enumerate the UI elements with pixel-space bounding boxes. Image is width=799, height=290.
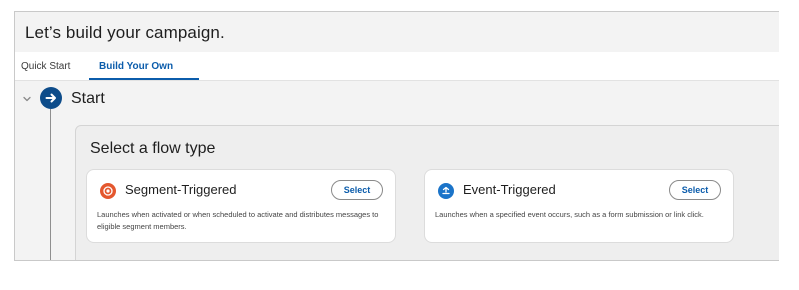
card-description: Launches when a specified event occurs, … <box>435 210 704 219</box>
tab-quick-start[interactable]: Quick Start <box>21 61 70 72</box>
start-label: Start <box>71 90 105 107</box>
card-title: Event-Triggered <box>463 182 556 197</box>
chevron-down-icon[interactable] <box>22 94 32 104</box>
campaign-builder-window: Let’s build your campaign. Quick Start B… <box>14 11 779 261</box>
flow-type-panel: Select a flow type Segment-Triggered Sel… <box>75 125 779 260</box>
target-icon <box>100 183 116 199</box>
page-title: Let’s build your campaign. <box>25 23 225 42</box>
tab-bar: Quick Start Build Your Own <box>15 52 779 81</box>
card-description: Launches when activated or when schedule… <box>97 210 379 231</box>
tab-build-your-own[interactable]: Build Your Own <box>99 61 173 72</box>
event-icon <box>438 183 454 199</box>
active-tab-indicator <box>89 78 199 80</box>
panel-title: Select a flow type <box>90 140 216 157</box>
arrow-right-icon <box>45 93 56 103</box>
header: Let’s build your campaign. <box>15 12 779 52</box>
flow-connector-line <box>50 109 51 260</box>
card-title: Segment-Triggered <box>125 182 237 197</box>
select-segment-triggered-button[interactable]: Select <box>331 180 383 200</box>
select-event-triggered-button[interactable]: Select <box>669 180 721 200</box>
event-triggered-card[interactable]: Event-Triggered Select Launches when a s… <box>424 169 734 243</box>
flow-builder: Start Select a flow type Segment-Trigger… <box>15 81 779 260</box>
start-node-icon <box>40 87 62 109</box>
segment-triggered-card[interactable]: Segment-Triggered Select Launches when a… <box>86 169 396 243</box>
